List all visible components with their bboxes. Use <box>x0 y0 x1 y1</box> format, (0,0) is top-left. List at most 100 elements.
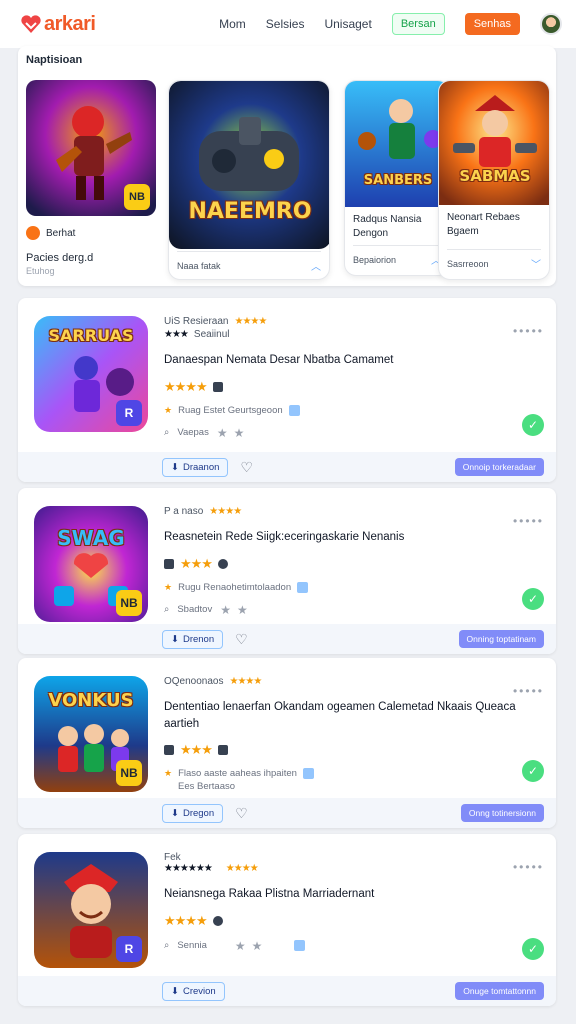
gray-stars-icon: ★★ <box>220 602 254 617</box>
featured-main-foot: Naaa fatak <box>177 260 221 271</box>
featured-third-card[interactable]: SANBERS Radqus Nansia Dengon Bepaiorion ︿ <box>344 80 450 276</box>
featured-third-art: SANBERS <box>345 81 449 207</box>
action-button[interactable]: Onning toptatinam <box>458 630 544 648</box>
flame-icon <box>26 226 40 240</box>
search-icon: ⌕ <box>164 604 170 616</box>
check-icon[interactable]: ✓ <box>522 760 544 782</box>
card-title: Dententiao lenaerfan Okandam ogeamen Cal… <box>164 701 516 730</box>
senhas-button[interactable]: Senhas <box>464 13 520 35</box>
card-sub: Sbadtov <box>177 604 213 616</box>
more-options-icon[interactable]: ••••• <box>513 514 544 528</box>
card-meta: P a naso <box>164 506 204 517</box>
search-icon: ⌕ <box>164 940 170 952</box>
card-meta-sub: Seaiinul <box>193 329 230 340</box>
thumb-title: SARRUAS <box>48 326 134 345</box>
star-icon: ★ <box>164 581 173 592</box>
download-button[interactable]: ⬇ Draanon <box>162 457 229 477</box>
app-badge-icon: NB <box>116 760 142 786</box>
heart-icon[interactable]: ♡ <box>235 631 248 648</box>
image-icon <box>164 745 174 756</box>
dark-stars-icon: ★★★★★★ <box>164 863 213 874</box>
download-button[interactable]: ⬇ Crevion <box>162 981 225 1001</box>
square-icon <box>217 745 228 756</box>
brand-name: arkari <box>44 12 96 35</box>
game-card[interactable]: R Fek ★★★★★★ ★★★★ Neiansnega Rakaa Plistn… <box>18 834 556 1006</box>
featured-third-foot: Bepaiorion <box>353 254 397 265</box>
nav-item-selsies[interactable]: Selsies <box>266 17 305 31</box>
star-rating-icon: ★★★★ <box>225 863 259 874</box>
more-options-icon[interactable]: ••••• <box>513 324 544 338</box>
featured-main-card[interactable]: NAEEMRO Naaa fatak ︿ <box>168 80 330 280</box>
featured-small-badge: Berhat <box>46 227 76 239</box>
more-options-icon[interactable]: ••••• <box>513 860 544 874</box>
card-meta: UiS Resieraan <box>164 316 229 327</box>
featured-title: Naptisioan <box>26 54 83 66</box>
game-thumbnail: VONKUS NB <box>34 676 148 792</box>
action-button[interactable]: Onng totinersionn <box>460 804 544 822</box>
featured-fourth-desc: Neonart Rebaes Bgaem <box>447 212 520 237</box>
gray-stars-icon: ★★ <box>216 425 251 440</box>
check-icon[interactable]: ✓ <box>522 414 544 436</box>
app-badge-icon: NB <box>116 590 142 616</box>
download-button[interactable]: ⬇ Drenon <box>162 629 224 649</box>
check-icon[interactable]: ✓ <box>522 588 544 610</box>
check-icon[interactable]: ✓ <box>522 938 544 960</box>
card-info: Rugu Renaohetimtolaadon <box>178 581 292 593</box>
action-button[interactable]: Onnoip torkeradaar <box>454 458 544 476</box>
brand-logo[interactable]: arkari <box>20 13 96 36</box>
featured-main-art-title: NAEEMRO <box>188 199 312 224</box>
action-button[interactable]: Onuge tomtattonnn <box>455 982 544 1000</box>
card-info: Flaso aaste aaheas ihpaiten <box>178 768 297 780</box>
star-rating-icon: ★★★★ <box>209 506 242 517</box>
thumb-title: VONKUS <box>48 690 134 711</box>
heart-icon[interactable]: ♡ <box>240 459 253 476</box>
download-button[interactable]: ⬇ Dregon <box>162 803 224 823</box>
search-icon: ⌕ <box>164 427 170 439</box>
star-icon: ★ <box>164 404 173 415</box>
app-badge-icon: R <box>116 400 142 426</box>
download-icon: ⬇ <box>171 985 179 997</box>
card-sub: Vaepas <box>177 427 209 439</box>
heart-logo-icon <box>21 15 41 34</box>
game-card[interactable]: SWAG NB P a naso ★★★★ Reasnetein Rede Sii… <box>18 488 556 654</box>
card-title: Danaespan Nemata Desar Nbatba Camamet <box>164 354 394 366</box>
heart-icon[interactable]: ♡ <box>235 805 248 822</box>
download-icon: ⬇ <box>171 633 179 645</box>
rating-stars-icon: ★★★ <box>180 555 213 571</box>
rating-stars-icon: ★★★★ <box>164 378 208 394</box>
bersan-button[interactable]: Bersan <box>391 13 445 35</box>
rating-stars-icon: ★★★ <box>180 742 213 758</box>
star-rating-icon: ★★★★ <box>234 316 267 327</box>
app-badge-icon: R <box>116 936 142 962</box>
download-icon: ⬇ <box>171 461 179 473</box>
image-icon <box>212 381 223 392</box>
picture-icon <box>302 768 314 780</box>
card-title: Neiansnega Rakaa Plistna Marriadernant <box>164 888 375 900</box>
nav-item-unisaget[interactable]: Unisaget <box>324 17 371 31</box>
game-thumbnail: R <box>34 852 148 968</box>
game-card[interactable]: VONKUS NB OQenoonaos ★★★★ Dententiao lena… <box>18 658 556 828</box>
more-options-icon[interactable]: ••••• <box>513 684 544 698</box>
small-app-badge-icon: NB <box>124 184 150 210</box>
featured-third-art-title: SANBERS <box>363 173 433 188</box>
featured-fourth-art-title: SABMAS <box>459 167 531 185</box>
top-header: arkari Mom Selsies Unisaget Bersan Senha… <box>0 0 576 48</box>
featured-third-desc: Radqus Nansia Dengon <box>353 214 422 239</box>
game-card[interactable]: SARRUAS R UiS Resieraan ★★★★ ★★★ Seaiinul … <box>18 298 556 482</box>
circle-icon <box>217 558 228 569</box>
featured-fourth-card[interactable]: SABMAS Neonart Rebaes Bgaem Sasrreoon ﹀ <box>438 80 550 280</box>
nav-item-mom[interactable]: Mom <box>219 17 246 31</box>
game-thumbnail: SARRUAS R <box>34 316 148 432</box>
star-icon: ★ <box>164 768 173 779</box>
card-title: Reasnetein Rede Siigk:eceringaskarie Nen… <box>164 531 405 543</box>
chevron-up-icon[interactable]: ︿ <box>311 258 321 273</box>
game-thumbnail: SWAG NB <box>34 506 148 622</box>
user-avatar[interactable] <box>540 13 562 35</box>
featured-small-item[interactable]: NB Berhat Pacies derg.d Etuhog <box>26 80 156 276</box>
card-meta: Fek <box>164 852 181 863</box>
card-meta: OQenoonaos <box>164 676 224 687</box>
featured-small-sub: Etuhog <box>26 266 55 276</box>
card-info: Ruag Estet Geurtsgeoon <box>178 404 283 416</box>
picture-icon <box>294 940 306 952</box>
chevron-down-icon[interactable]: ﹀ <box>531 256 541 271</box>
